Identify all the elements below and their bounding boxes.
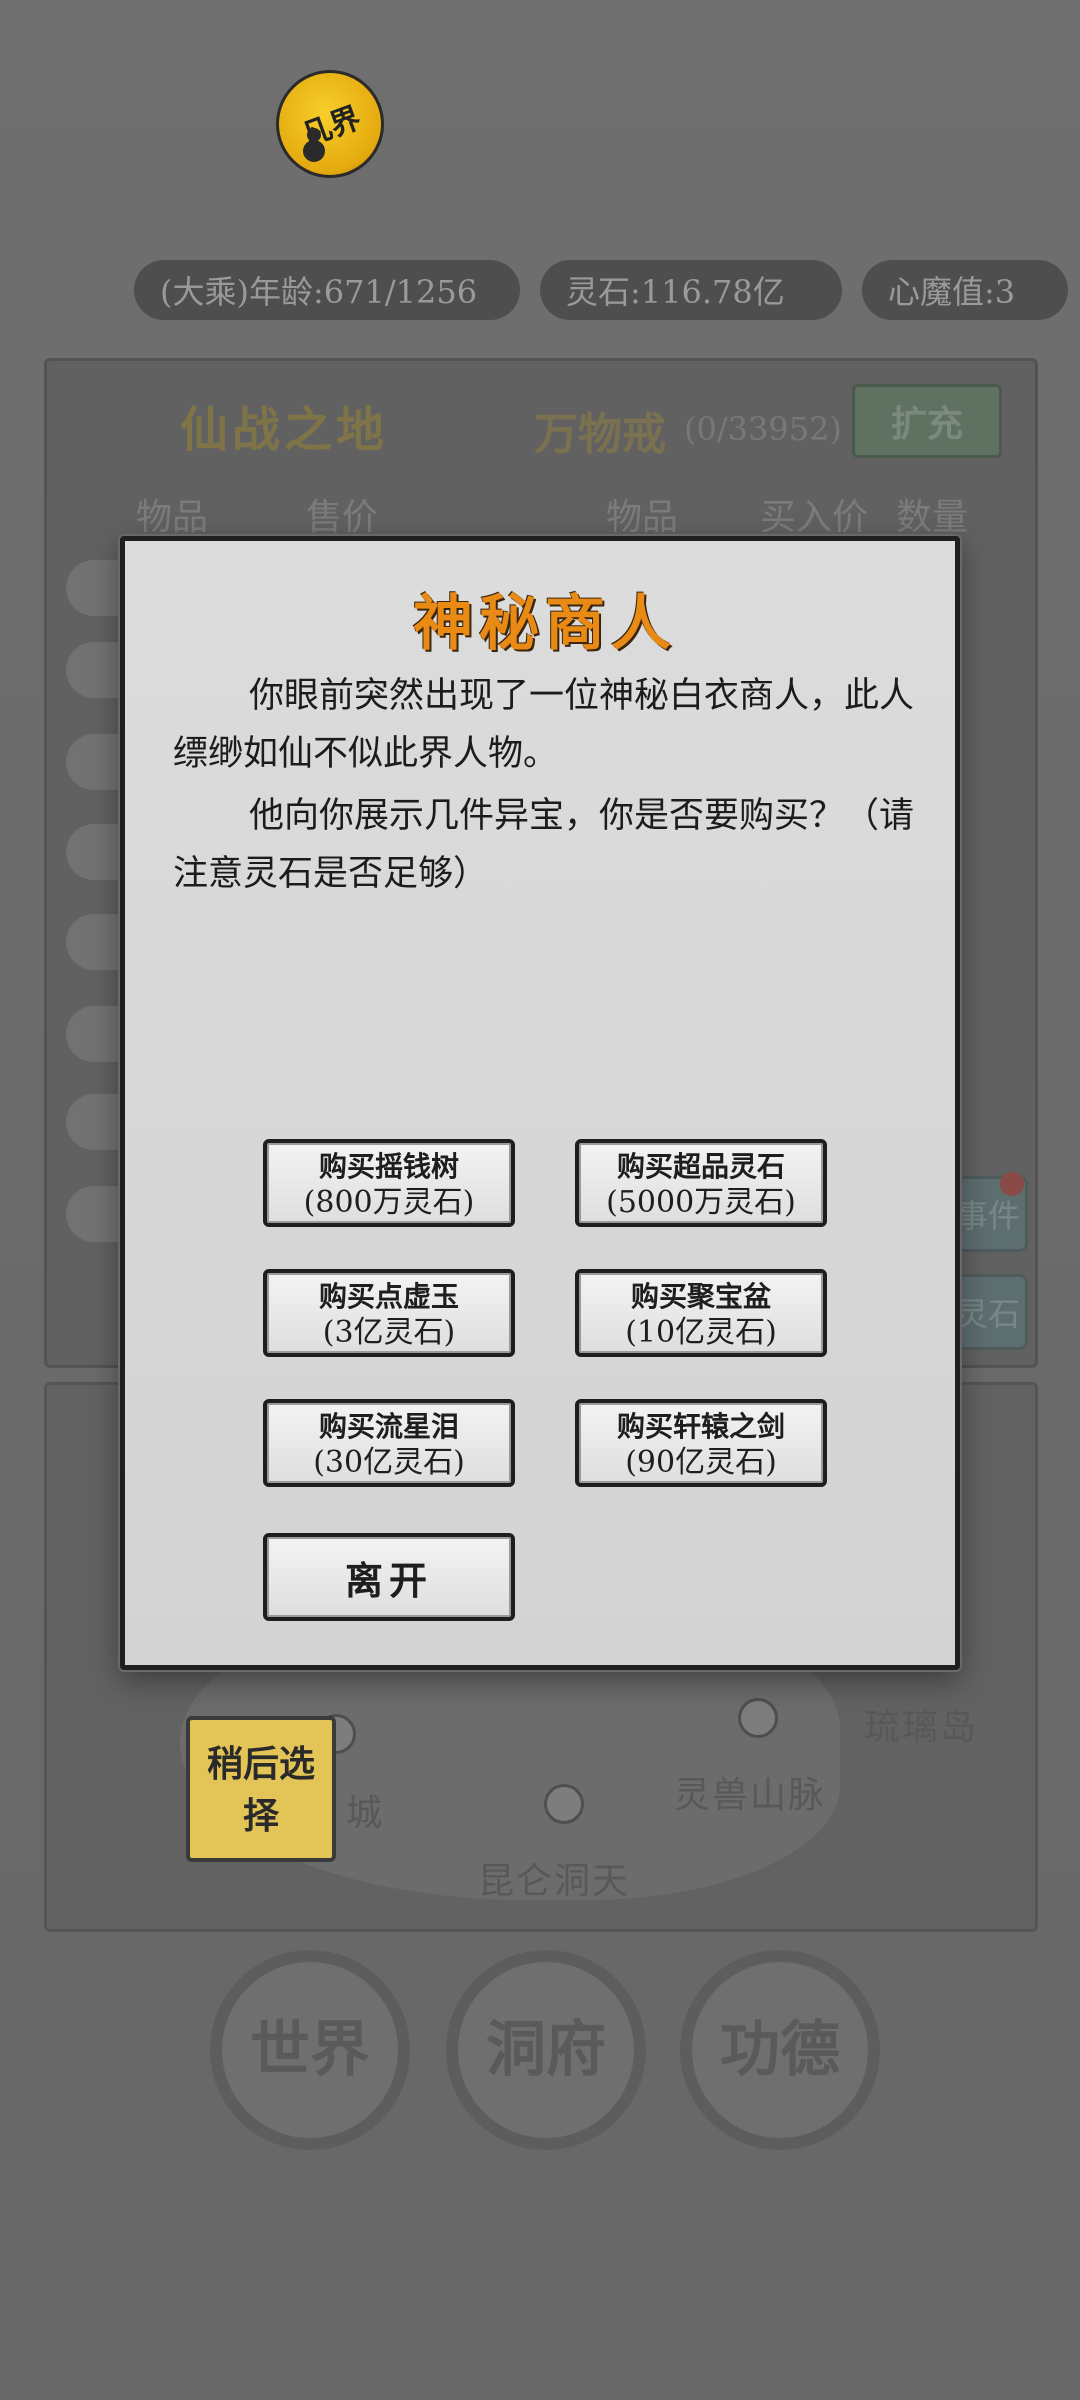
dialog-title: 神秘商人 xyxy=(413,589,677,659)
buy-treasure-bowl-button[interactable]: 购买聚宝盆 (10亿灵石) xyxy=(575,1269,827,1357)
dialog-paragraph: 你眼前突然出现了一位神秘白衣商人，此人缥缈如仙不似此界人物。 xyxy=(173,676,915,774)
ring-title: 万物戒 xyxy=(534,409,666,460)
nav-world[interactable]: 世界 xyxy=(210,1950,410,2150)
expand-button[interactable]: 扩充 xyxy=(852,384,1002,458)
notification-dot xyxy=(1000,1172,1024,1196)
buy-price: (800万灵石) xyxy=(303,1185,475,1220)
col-head-item-right: 物品 xyxy=(606,497,679,538)
ring-count: (0/33952) xyxy=(684,410,842,448)
buy-price: (30亿灵石) xyxy=(313,1445,465,1480)
buy-price: (3亿灵石) xyxy=(322,1315,456,1350)
age-stat: (大乘)年龄:671/1256 xyxy=(134,260,520,320)
dialog-paragraph: 他向你展示几件异宝，你是否要购买？（请注意灵石是否足够） xyxy=(173,796,915,894)
nav-merit[interactable]: 功德 xyxy=(680,1950,880,2150)
buy-label: 购买超品灵石 xyxy=(616,1150,785,1183)
buy-price: (5000万灵石) xyxy=(606,1185,796,1220)
buy-xuanyuan-sword-button[interactable]: 购买轩辕之剑 (90亿灵石) xyxy=(575,1399,827,1487)
map-label-city: 城 xyxy=(346,1793,385,1834)
decide-later-label: 稍后选择 xyxy=(206,1743,315,1837)
gourd-icon xyxy=(303,128,325,162)
map-label-liuli-island: 琉璃岛 xyxy=(864,1707,979,1748)
map-location-dot[interactable] xyxy=(544,1784,584,1824)
buy-label: 购买点虚玉 xyxy=(318,1280,459,1313)
stone-button[interactable]: 灵石 xyxy=(948,1274,1028,1350)
buy-money-tree-button[interactable]: 购买摇钱树 (800万灵石) xyxy=(263,1139,515,1227)
dialog-body: 你眼前突然出现了一位神秘白衣商人，此人缥缈如仙不似此界人物。 他向你展示几件异宝… xyxy=(173,667,933,903)
buy-jade-button[interactable]: 购买点虚玉 (3亿灵石) xyxy=(263,1269,515,1357)
buy-label: 购买流星泪 xyxy=(318,1410,459,1443)
map-label-kunlun: 昆仑洞天 xyxy=(478,1861,631,1902)
map-label-beast-mountains: 灵兽山脉 xyxy=(674,1775,827,1816)
col-head-quantity: 数量 xyxy=(896,497,969,538)
buy-price: (10亿灵石) xyxy=(625,1315,777,1350)
realm-logo[interactable]: 凡界 xyxy=(276,70,384,178)
market-title: 仙战之地 xyxy=(180,402,389,458)
mysterious-merchant-dialog: 神秘商人 你眼前突然出现了一位神秘白衣商人，此人缥缈如仙不似此界人物。 他向你展… xyxy=(120,536,960,1670)
buy-price: (90亿灵石) xyxy=(625,1445,777,1480)
col-head-price: 售价 xyxy=(306,497,379,538)
decide-later-button[interactable]: 稍后选择 xyxy=(186,1716,336,1862)
col-head-item: 物品 xyxy=(136,497,209,538)
buy-super-stone-button[interactable]: 购买超品灵石 (5000万灵石) xyxy=(575,1139,827,1227)
spirit-stone-stat: 灵石:116.78亿 xyxy=(540,260,842,320)
nav-cave[interactable]: 洞府 xyxy=(446,1950,646,2150)
buy-meteor-tear-button[interactable]: 购买流星泪 (30亿灵石) xyxy=(263,1399,515,1487)
leave-button[interactable]: 离开 xyxy=(263,1533,515,1621)
map-location-dot[interactable] xyxy=(738,1698,778,1738)
col-head-buy-price: 买入价 xyxy=(760,497,869,538)
buy-label: 购买聚宝盆 xyxy=(630,1280,771,1313)
buy-label: 购买轩辕之剑 xyxy=(616,1410,785,1443)
buy-label: 购买摇钱树 xyxy=(318,1150,459,1183)
heart-demon-stat: 心魔值:3 xyxy=(862,260,1068,320)
